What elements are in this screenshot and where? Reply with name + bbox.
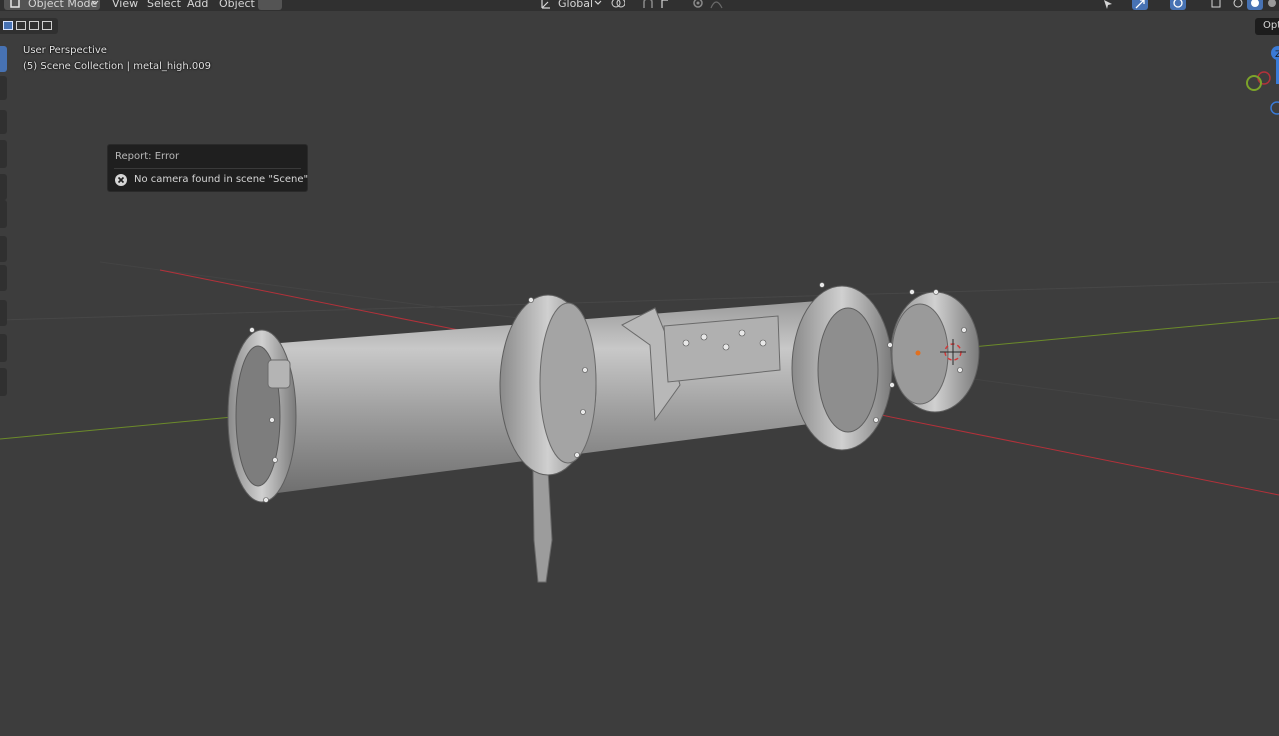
tool-scale[interactable] bbox=[0, 174, 7, 200]
select-subtract-icon[interactable] bbox=[29, 21, 39, 30]
tool-add-cube[interactable] bbox=[0, 300, 7, 326]
viewport-header: Object Mode View Select Add Object Globa… bbox=[0, 0, 1279, 11]
select-intersect-icon[interactable] bbox=[42, 21, 52, 30]
tool-select[interactable] bbox=[0, 46, 7, 72]
object-metal-high[interactable] bbox=[227, 282, 980, 583]
select-box-icon[interactable] bbox=[3, 21, 13, 30]
report-message: No camera found in scene "Scene" bbox=[134, 174, 309, 185]
mode-label: Object Mode bbox=[28, 0, 98, 10]
tool-measure[interactable] bbox=[0, 265, 7, 291]
shading-solid-icon bbox=[1251, 0, 1259, 7]
z-axis-label: Z bbox=[1275, 50, 1279, 60]
report-title: Report: Error bbox=[115, 151, 180, 162]
tool-transform[interactable] bbox=[0, 200, 7, 228]
pivot-icon[interactable] bbox=[611, 0, 625, 10]
options-button[interactable]: Opt bbox=[1255, 18, 1279, 35]
navigation-gizmo[interactable]: Z bbox=[1240, 40, 1279, 120]
menu-view[interactable]: View bbox=[112, 0, 138, 10]
tool-annotate[interactable] bbox=[0, 236, 7, 262]
tool-extra-1[interactable] bbox=[0, 334, 7, 362]
object-mode-icon bbox=[10, 0, 20, 8]
tool-rotate[interactable] bbox=[0, 140, 7, 168]
shading-material-icon[interactable] bbox=[1266, 0, 1278, 10]
origin-point bbox=[915, 350, 921, 356]
perspective-label: User Perspective bbox=[23, 45, 107, 56]
menu-object[interactable]: Object bbox=[219, 0, 255, 10]
chevron-down-icon bbox=[594, 0, 602, 5]
z-axis-neg-handle[interactable] bbox=[1270, 101, 1279, 115]
snap-icon[interactable] bbox=[642, 0, 656, 10]
shading-wireframe-icon[interactable] bbox=[1232, 0, 1244, 10]
menu-add[interactable]: Add bbox=[187, 0, 208, 10]
menu-select[interactable]: Select bbox=[147, 0, 181, 10]
y-axis-handle[interactable] bbox=[1246, 75, 1262, 91]
grid-line bbox=[0, 281, 1279, 321]
chevron-down-icon bbox=[91, 0, 99, 5]
transform-orientation-icon bbox=[541, 0, 550, 9]
xray-icon[interactable] bbox=[1211, 0, 1223, 10]
select-extend-icon[interactable] bbox=[16, 21, 26, 30]
tool-cursor[interactable] bbox=[0, 76, 7, 100]
overlay-icon bbox=[1173, 0, 1183, 8]
select-mode-row bbox=[0, 18, 58, 34]
selectability-icon[interactable] bbox=[1102, 0, 1116, 10]
extra-menu-button[interactable] bbox=[258, 0, 282, 10]
error-icon bbox=[115, 174, 127, 186]
tool-extra-2[interactable] bbox=[0, 368, 7, 396]
report-popup: Report: Error No camera found in scene "… bbox=[107, 144, 308, 192]
collection-label: (5) Scene Collection | metal_high.009 bbox=[23, 61, 211, 72]
tool-move[interactable] bbox=[0, 110, 7, 134]
proportional-editing-icon[interactable] bbox=[692, 0, 704, 10]
options-label: Opt bbox=[1263, 20, 1279, 31]
viewport-canvas[interactable] bbox=[0, 0, 1279, 736]
orientation-label[interactable]: Global bbox=[558, 0, 593, 10]
gizmo-icon bbox=[1135, 0, 1145, 9]
snap-target-icon[interactable] bbox=[660, 0, 674, 10]
falloff-icon[interactable] bbox=[710, 0, 724, 10]
report-divider bbox=[114, 168, 301, 169]
